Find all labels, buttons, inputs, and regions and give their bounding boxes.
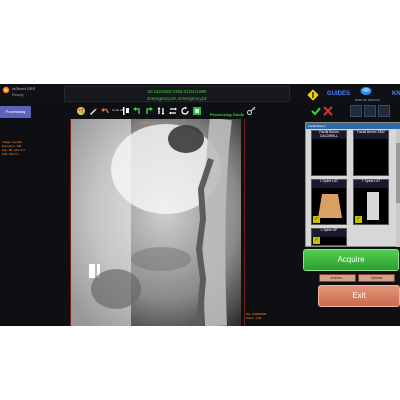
viewer-border	[244, 119, 245, 326]
settings-key-icon[interactable]	[246, 106, 256, 116]
tab-processing[interactable]: Processing	[0, 106, 31, 118]
exposure-info-line: SID: 100 cm	[2, 152, 19, 156]
accept-check-icon[interactable]	[311, 106, 321, 116]
processing-guide-label[interactable]: Processing Guide	[210, 112, 244, 117]
thumbnail-title: L Spine AP	[312, 228, 346, 237]
app-state: Ready	[12, 92, 24, 97]
thumbnail-title: Facial Bones CALDWELL	[312, 130, 346, 139]
thumbnail-l-spine-lat[interactable]: L Spine LAT ✓	[311, 179, 347, 225]
viewer-info: WL: 2048/4096 Zoom: 1.00	[246, 312, 266, 320]
remote-service-label[interactable]: REMOTE SERVICE	[355, 98, 380, 102]
viewer-info-line: Zoom: 1.00	[246, 315, 262, 320]
reject-x-icon[interactable]	[323, 106, 333, 116]
guides-label[interactable]: GUIDES	[327, 91, 350, 97]
top-right-more-label[interactable]: KN	[392, 91, 400, 97]
view-label: L Spine LAT	[139, 121, 157, 125]
procedure-thumbnails-panel: Facial Bones Facial Bones CALDWELL Facia…	[305, 122, 400, 247]
exit-button[interactable]: Exit	[318, 285, 400, 307]
panel-tool-2-icon[interactable]	[364, 105, 376, 117]
pen-icon[interactable]	[88, 106, 98, 116]
remote-service-icon[interactable]	[360, 86, 372, 96]
checked-icon: ✓	[313, 237, 320, 244]
patient-name: Emergency19, Emergency19	[147, 96, 207, 101]
rotate-right-icon[interactable]	[144, 106, 154, 116]
patient-info-box: ID:1023628 DOB:01/01/1990 Emergency19, E…	[64, 86, 290, 102]
flip-vertical-icon[interactable]	[156, 106, 166, 116]
thumbnail-t-spine-lat[interactable]: T Spine LAT ✓	[353, 179, 389, 225]
options-button[interactable]: Options	[358, 274, 395, 282]
checked-icon: ✓	[355, 216, 362, 223]
flip-horizontal-icon[interactable]	[168, 106, 178, 116]
right-panel: Facial Bones Facial Bones CALDWELL Facia…	[302, 104, 400, 326]
procedure-group-header[interactable]: Facial Bones	[306, 123, 400, 129]
image-toolbar: Undo All Processing Guide	[64, 104, 264, 118]
archive-button[interactable]: Archive...	[319, 274, 356, 282]
procedure-group-label: Facial Bones	[308, 123, 326, 128]
checked-icon: ✓	[313, 216, 320, 223]
panel-tool-1-icon[interactable]	[350, 105, 362, 117]
thumbnails-scroll-thumb[interactable]	[396, 143, 400, 203]
exposure-info: Image: Lumbar Exposure: 100 kVp: 80 mAs:…	[2, 140, 25, 156]
app-logo-icon	[2, 86, 10, 94]
app-name: InDirect DRS	[12, 86, 36, 91]
acquire-button[interactable]: Acquire	[303, 249, 399, 271]
refresh-icon[interactable]	[180, 106, 190, 116]
xray-viewer[interactable]: L Spine LAT	[70, 119, 242, 326]
xray-image	[71, 119, 242, 326]
top-bar: InDirect DRS Ready ID:1023628 DOB:01/01/…	[0, 84, 400, 104]
crop-icon[interactable]	[120, 106, 130, 116]
guides-icon[interactable]	[306, 88, 320, 102]
thumbnail-facial-smv[interactable]: Facial Bones SMV	[353, 130, 389, 176]
left-panel: Processing Image: Lumbar Exposure: 100 k…	[0, 104, 62, 326]
imaging-app-window: InDirect DRS Ready ID:1023628 DOB:01/01/…	[0, 84, 400, 326]
palette-icon[interactable]	[76, 106, 86, 116]
thumbnail-l-spine-ap[interactable]: L Spine AP ✓	[311, 228, 347, 246]
rotate-left-icon[interactable]	[132, 106, 142, 116]
processing-guide-icon[interactable]	[192, 106, 202, 116]
thumbnail-title: Facial Bones SMV	[354, 130, 388, 139]
panel-tool-3-icon[interactable]	[378, 105, 390, 117]
undo-arrow-icon[interactable]	[100, 106, 110, 116]
patient-id-dob: ID:1023628 DOB:01/01/1990	[147, 89, 207, 94]
thumbnail-facial-caldwell[interactable]: Facial Bones CALDWELL	[311, 130, 347, 176]
